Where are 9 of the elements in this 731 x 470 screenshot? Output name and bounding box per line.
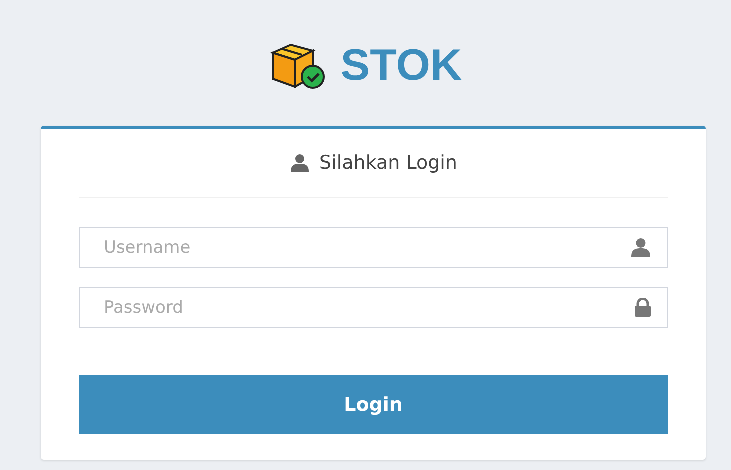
user-icon	[630, 238, 652, 257]
username-field[interactable]: Username	[79, 227, 668, 268]
login-title: Silahkan Login	[320, 152, 458, 174]
login-button[interactable]: Login	[79, 375, 668, 434]
logo-text: STOK	[340, 41, 462, 91]
package-check-icon	[268, 41, 327, 91]
lock-icon	[634, 298, 652, 317]
user-icon	[290, 154, 310, 172]
password-field[interactable]: Password	[79, 287, 668, 328]
